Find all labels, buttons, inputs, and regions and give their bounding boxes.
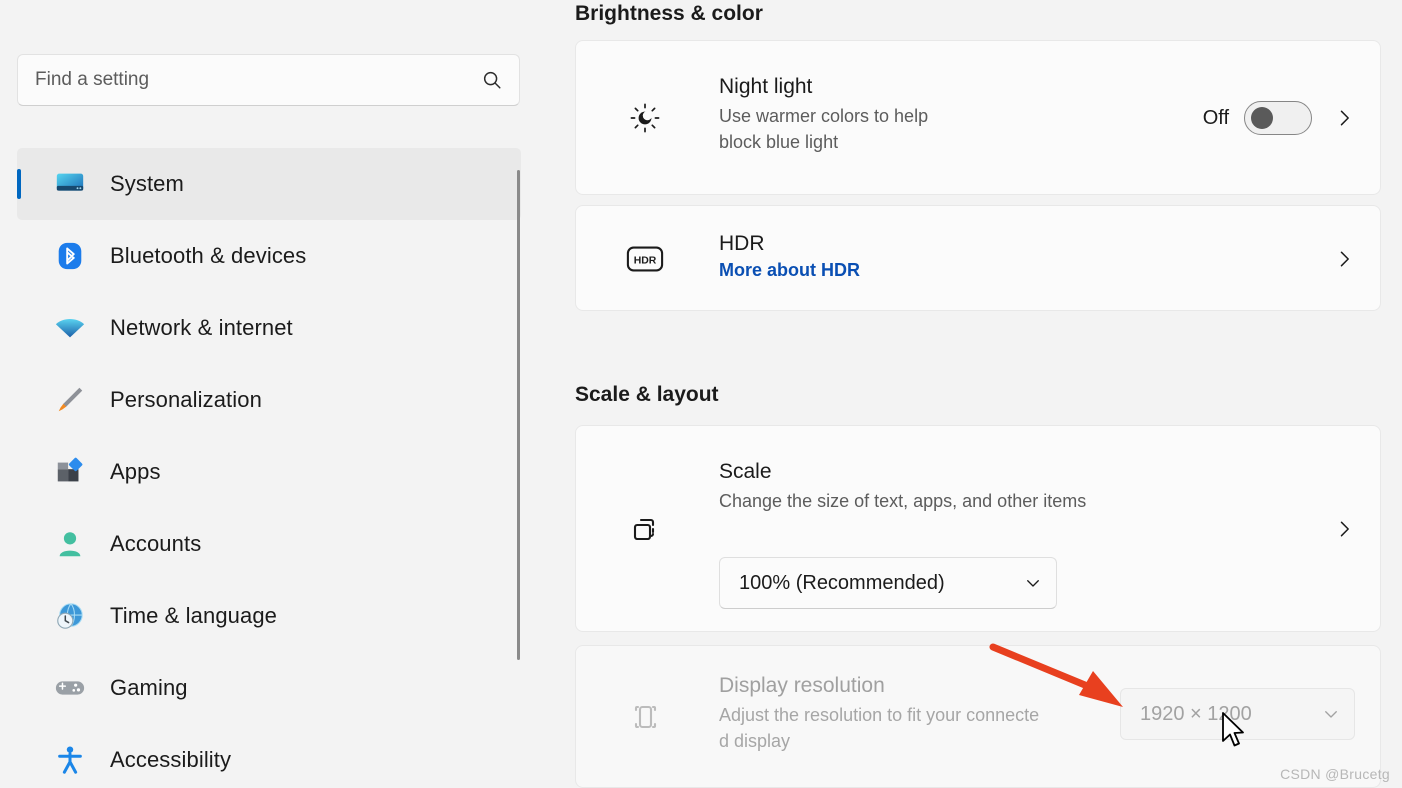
sidebar-item-accounts[interactable]: Accounts <box>17 508 521 580</box>
sidebar-item-system[interactable]: System <box>17 148 521 220</box>
bluetooth-icon <box>53 239 87 273</box>
wifi-icon <box>53 311 87 345</box>
chevron-right-icon[interactable] <box>1334 108 1354 128</box>
sidebar-item-accessibility[interactable]: Accessibility <box>17 724 521 788</box>
display-resolution-subtitle-line1: Adjust the resolution to fit your connec… <box>719 705 1040 726</box>
settings-window: System Bluetooth & devices <box>0 0 1402 788</box>
apps-icon <box>53 455 87 489</box>
chevron-down-icon <box>1024 574 1042 592</box>
brightness-sun-icon <box>626 99 664 137</box>
sidebar-item-time-language[interactable]: Time & language <box>17 580 521 652</box>
sidebar-scrollbar-thumb[interactable] <box>517 170 520 660</box>
search-icon[interactable] <box>481 69 503 91</box>
night-light-toggle-group: Off <box>1203 101 1312 135</box>
toggle-knob <box>1251 107 1273 129</box>
chevron-right-icon[interactable] <box>1334 249 1354 269</box>
section-heading-scale-layout: Scale & layout <box>575 383 719 406</box>
display-icon <box>626 698 664 736</box>
scale-dropdown[interactable]: 100% (Recommended) <box>719 557 1057 609</box>
display-resolution-title: Display resolution <box>719 674 885 697</box>
accessibility-icon <box>53 743 87 777</box>
sidebar-item-gaming[interactable]: Gaming <box>17 652 521 724</box>
sidebar-item-bluetooth-devices[interactable]: Bluetooth & devices <box>17 220 521 292</box>
chevron-down-icon <box>1322 705 1340 723</box>
gamepad-icon <box>53 671 87 705</box>
chevron-right-icon[interactable] <box>1334 519 1354 539</box>
watermark: CSDN @Brucetg <box>1280 766 1390 782</box>
scale-dropdown-value: 100% (Recommended) <box>739 571 945 594</box>
paintbrush-icon <box>53 383 87 417</box>
display-resolution-subtitle-line2: d display <box>719 731 791 752</box>
sidebar-item-label: Gaming <box>110 675 188 700</box>
section-heading-brightness-color: Brightness & color <box>575 2 763 25</box>
sidebar: System Bluetooth & devices <box>0 0 538 788</box>
scale-subtitle: Change the size of text, apps, and other… <box>719 491 1087 512</box>
person-icon <box>53 527 87 561</box>
sidebar-item-label: Bluetooth & devices <box>110 243 307 268</box>
sidebar-nav: System Bluetooth & devices Network & int… <box>17 148 521 788</box>
night-light-title: Night light <box>719 75 813 98</box>
display-resolution-dropdown[interactable]: 1920 × 1200 <box>1120 688 1355 740</box>
search-box[interactable] <box>17 54 520 106</box>
display-resolution-value: 1920 × 1200 <box>1140 702 1252 725</box>
main-content: Brightness & color Night light Use warme… <box>538 0 1402 788</box>
night-light-card[interactable]: Night light Use warmer colors to help bl… <box>575 40 1381 195</box>
hdr-title: HDR <box>719 232 765 255</box>
search-container <box>17 54 520 106</box>
more-about-hdr-link[interactable]: More about HDR <box>719 260 860 281</box>
night-light-subtitle-line1: Use warmer colors to help <box>719 106 929 127</box>
sidebar-item-label: Personalization <box>110 387 262 412</box>
sidebar-item-label: Apps <box>110 459 161 484</box>
sidebar-item-label: Accessibility <box>110 747 232 772</box>
sidebar-item-network-internet[interactable]: Network & internet <box>17 292 521 364</box>
sidebar-item-personalization[interactable]: Personalization <box>17 364 521 436</box>
svg-text:HDR: HDR <box>634 256 657 267</box>
search-input[interactable] <box>35 69 481 91</box>
night-light-toggle[interactable] <box>1244 101 1312 135</box>
sidebar-item-label: Time & language <box>110 603 278 628</box>
sidebar-item-apps[interactable]: Apps <box>17 436 521 508</box>
scale-resize-icon <box>626 510 664 548</box>
hdr-badge-icon: HDR <box>626 240 664 278</box>
monitor-icon <box>53 167 87 201</box>
sidebar-item-label: Accounts <box>110 531 202 556</box>
sidebar-item-label: System <box>110 171 184 196</box>
hdr-card[interactable]: HDR HDR More about HDR <box>575 205 1381 311</box>
scale-card[interactable]: Scale Change the size of text, apps, and… <box>575 425 1381 632</box>
night-light-toggle-state: Off <box>1202 106 1229 129</box>
clock-globe-icon <box>53 599 87 633</box>
scale-title: Scale <box>719 460 772 483</box>
display-resolution-card: Display resolution Adjust the resolution… <box>575 645 1381 788</box>
sidebar-item-label: Network & internet <box>110 315 293 340</box>
night-light-subtitle-line2: block blue light <box>719 132 839 153</box>
